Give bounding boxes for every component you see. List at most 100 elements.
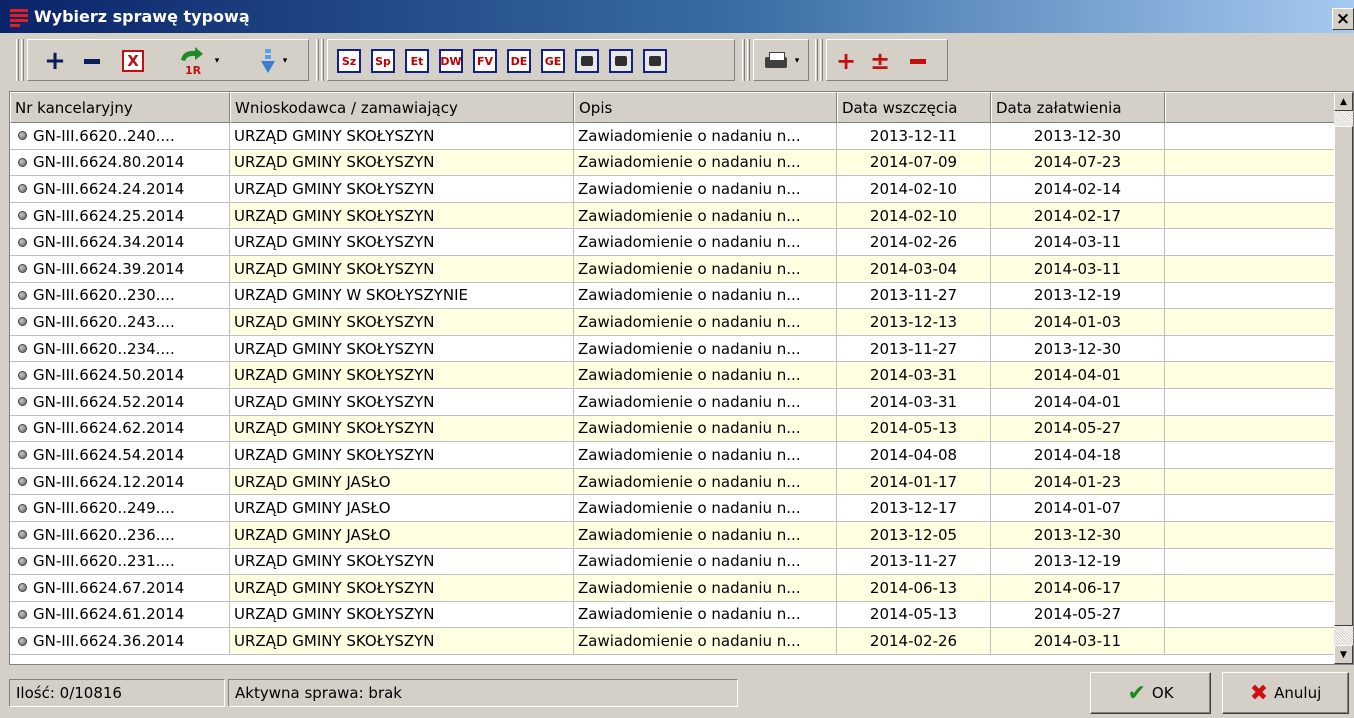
cancel-button[interactable]: ✖ Anuluj (1222, 672, 1349, 714)
cell-applicant: URZĄD GMINY JASŁO (230, 468, 574, 496)
ok-button[interactable]: ✔ OK (1090, 672, 1211, 714)
table-row[interactable]: GN-III.6624.62.2014 URZĄD GMINY SKOŁYSZYN… (10, 415, 1336, 443)
cell-empty (1165, 415, 1336, 443)
table-row[interactable]: GN-III.6624.24.2014 URZĄD GMINY SKOŁYSZYN… (10, 176, 1336, 203)
column-header-nr[interactable]: Nr kancelaryjny (10, 92, 230, 123)
chevron-up-icon: ▲ (1340, 96, 1347, 107)
cell-applicant-text: URZĄD GMINY SKOŁYSZYN (234, 366, 435, 385)
cell-end-date-text: 2013-12-30 (1033, 525, 1122, 544)
table-row[interactable]: GN-III.6624.80.2014 URZĄD GMINY SKOŁYSZYN… (10, 149, 1336, 177)
table-row[interactable]: GN-III.6624.61.2014 URZĄD GMINY SKOŁYSZYN… (10, 601, 1336, 629)
table-row[interactable]: GN-III.6620..234.... URZĄD GMINY SKOŁYSZY… (10, 335, 1336, 363)
table-row[interactable]: GN-III.6624.52.2014 URZĄD GMINY SKOŁYSZYN… (10, 388, 1336, 416)
cell-description: Zawiadomienie o nadaniu n... (574, 309, 837, 336)
red-add-button[interactable]: + (832, 45, 860, 77)
refresh-dropdown-button[interactable]: 1R ▾ (168, 45, 228, 77)
cell-description-text: Zawiadomienie o nadaniu n... (578, 552, 801, 571)
cell-end-date-text: 2014-04-18 (1033, 445, 1122, 464)
row-bullet-icon (18, 157, 27, 167)
cell-description-text: Zawiadomienie o nadaniu n... (578, 126, 801, 145)
scroll-thumb[interactable] (1334, 126, 1353, 626)
print-dropdown-button[interactable]: ▾ (754, 45, 808, 77)
delete-button[interactable]: X (118, 45, 148, 77)
column-header-end-date[interactable]: Data załatwienia (991, 92, 1165, 123)
table-row[interactable]: GN-III.6624.50.2014 URZĄD GMINY SKOŁYSZYN… (10, 362, 1336, 389)
toolbar-grip (321, 39, 324, 81)
cell-description: Zawiadomienie o nadaniu n... (574, 335, 837, 363)
cell-start-date: 2013-12-11 (837, 123, 991, 150)
cell-description: Zawiadomienie o nadaniu n... (574, 202, 837, 230)
person-button[interactable] (570, 45, 604, 77)
cell-start-date: 2014-03-31 (837, 388, 991, 416)
dw-button[interactable]: DW (434, 45, 468, 77)
close-button[interactable]: × (1332, 8, 1354, 30)
red-remove-button[interactable] (904, 45, 932, 77)
cell-applicant: URZĄD GMINY SKOŁYSZYN (230, 149, 574, 177)
column-header-description[interactable]: Opis (574, 92, 837, 123)
cell-applicant-text: URZĄD GMINY SKOŁYSZYN (234, 552, 435, 571)
cell-empty (1165, 123, 1336, 150)
cell-start-date-text: 2014-02-26 (869, 233, 958, 252)
table-row[interactable]: GN-III.6624.25.2014 URZĄD GMINY SKOŁYSZYN… (10, 202, 1336, 230)
sort-dropdown-button[interactable]: ▾ (248, 45, 298, 77)
column-header-start-date[interactable]: Data wszczęcia (837, 92, 991, 123)
scroll-down-button[interactable]: ▼ (1334, 645, 1353, 664)
red-plusminus-button[interactable]: ± (866, 45, 894, 77)
active-case-status: Aktywna sprawa: brak (228, 679, 738, 707)
table-row[interactable]: GN-III.6624.54.2014 URZĄD GMINY SKOŁYSZYN… (10, 442, 1336, 469)
table-row[interactable]: GN-III.6620..249.... URZĄD GMINY JASŁO Zaw… (10, 495, 1336, 522)
cell-end-date: 2014-03-11 (991, 229, 1165, 256)
camera-button[interactable] (638, 45, 672, 77)
copy-camera-button[interactable] (604, 45, 638, 77)
refresh-1r-icon: 1R (180, 47, 203, 76)
et-button[interactable]: Et (400, 45, 434, 77)
cell-end-date-text: 2014-01-03 (1033, 312, 1122, 331)
cell-applicant-text: URZĄD GMINY SKOŁYSZYN (234, 392, 435, 411)
toolbar: + X 1R ▾ ▾ Sz Sp Et DW FV DE GE ▾ + ± (0, 33, 1354, 88)
cell-end-date-text: 2014-02-17 (1033, 206, 1122, 225)
table-row[interactable]: GN-III.6620..231.... URZĄD GMINY SKOŁYSZY… (10, 548, 1336, 576)
cell-nr-text: GN-III.6624.34.2014 (33, 233, 185, 252)
fv-button[interactable]: FV (468, 45, 502, 77)
cell-empty (1165, 388, 1336, 416)
red-minus-icon (910, 58, 926, 64)
scroll-up-button[interactable]: ▲ (1334, 92, 1353, 111)
cell-end-date: 2014-04-18 (991, 442, 1165, 469)
table-row[interactable]: GN-III.6620..240.... URZĄD GMINY SKOŁYSZY… (10, 123, 1336, 150)
app-icon (10, 8, 28, 27)
de-button[interactable]: DE (502, 45, 536, 77)
table-row[interactable]: GN-III.6624.67.2014 URZĄD GMINY SKOŁYSZYN… (10, 575, 1336, 602)
sz-button[interactable]: Sz (332, 45, 366, 77)
table-row[interactable]: GN-III.6624.36.2014 URZĄD GMINY SKOŁYSZYN… (10, 628, 1336, 655)
cell-description: Zawiadomienie o nadaniu n... (574, 123, 837, 150)
toolbar-grip (742, 39, 745, 81)
table-row[interactable]: GN-III.6624.39.2014 URZĄD GMINY SKOŁYSZYN… (10, 255, 1336, 283)
cell-nr: GN-III.6620..249.... (10, 495, 230, 522)
column-header-applicant[interactable]: Wnioskodawca / zamawiający (230, 92, 574, 123)
cell-applicant-text: URZĄD GMINY JASŁO (234, 472, 391, 491)
cell-empty (1165, 362, 1336, 389)
table-row[interactable]: GN-III.6620..236.... URZĄD GMINY JASŁO Zaw… (10, 521, 1336, 549)
add-button[interactable]: + (40, 45, 70, 77)
sp-button[interactable]: Sp (366, 45, 400, 77)
sp-icon: Sp (371, 49, 395, 73)
table-row[interactable]: GN-III.6624.34.2014 URZĄD GMINY SKOŁYSZYN… (10, 229, 1336, 256)
cell-end-date: 2014-07-23 (991, 149, 1165, 177)
remove-button[interactable] (78, 45, 106, 77)
cell-start-date-text: 2014-02-10 (869, 206, 958, 225)
row-bullet-icon (18, 344, 27, 354)
cell-applicant-text: URZĄD GMINY SKOŁYSZYN (234, 233, 435, 252)
cell-nr: GN-III.6624.80.2014 (10, 149, 230, 177)
table-row[interactable]: GN-III.6620..230.... URZĄD GMINY W SKOŁYS… (10, 282, 1336, 310)
ge-button[interactable]: GE (536, 45, 570, 77)
cell-nr-text: GN-III.6620..249.... (33, 499, 175, 518)
vertical-scrollbar[interactable]: ▲ ▼ (1334, 92, 1353, 664)
cell-start-date: 2013-12-13 (837, 309, 991, 336)
table-row[interactable]: GN-III.6624.12.2014 URZĄD GMINY JASŁO Zawi… (10, 468, 1336, 496)
row-bullet-icon (18, 423, 27, 433)
table-row[interactable]: GN-III.6620..243.... URZĄD GMINY SKOŁYSZY… (10, 309, 1336, 336)
cell-applicant-text: URZĄD GMINY SKOŁYSZYN (234, 632, 435, 651)
column-header-empty[interactable] (1165, 92, 1336, 123)
cell-description-text: Zawiadomienie o nadaniu n... (578, 472, 801, 491)
cell-description: Zawiadomienie o nadaniu n... (574, 442, 837, 469)
